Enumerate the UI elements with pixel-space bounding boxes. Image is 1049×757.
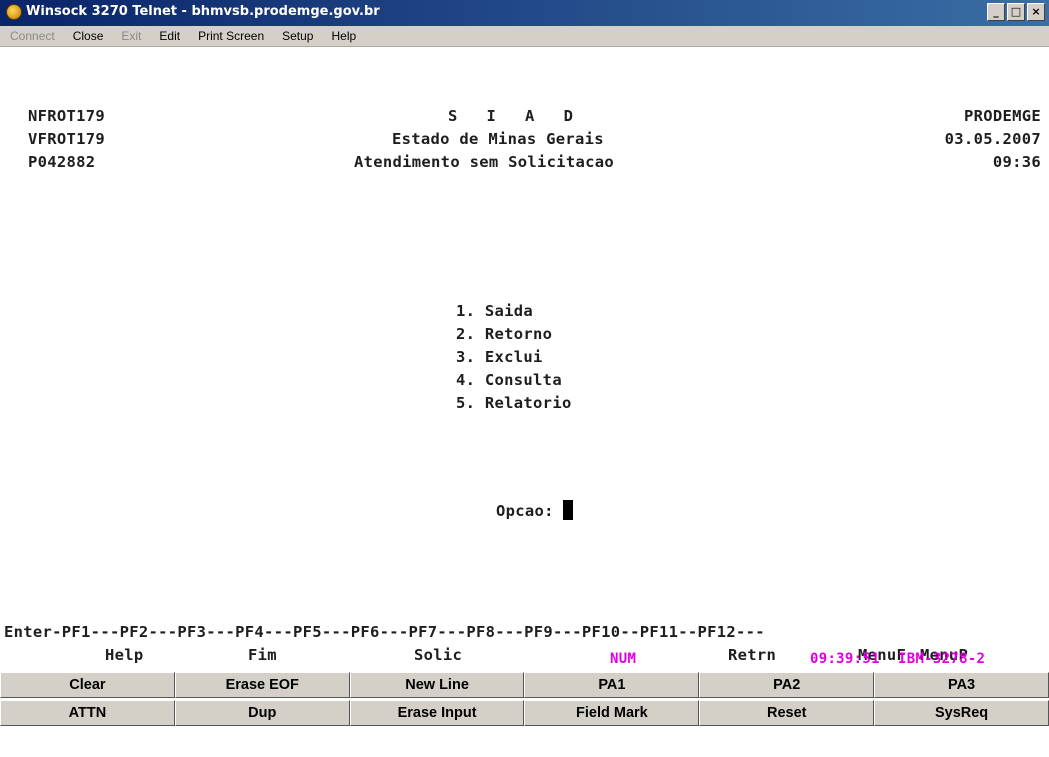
menu-connect[interactable]: Connect [0, 29, 63, 43]
close-button[interactable]: × [1027, 3, 1045, 21]
pa3-button[interactable]: PA3 [874, 672, 1049, 698]
pf-fim-label: Fim [248, 646, 277, 664]
erase-eof-button[interactable]: Erase EOF [174, 672, 350, 698]
option-exclui: 3. Exclui [456, 348, 543, 366]
attn-button[interactable]: ATTN [0, 700, 175, 726]
screen-title: Atendimento sem Solicitacao [354, 153, 615, 171]
title-bar: Winsock 3270 Telnet - bhmvsb.prodemge.go… [0, 0, 1049, 26]
system-name: S I A D [448, 107, 574, 125]
option-prompt: Opcao: [496, 500, 574, 520]
pf-help-label: Help [105, 646, 144, 664]
terminal-screen[interactable]: NFROT179 VFROT179 P042882 S I A D Estado… [0, 47, 1049, 671]
sysreq-button[interactable]: SysReq [874, 700, 1049, 726]
new-line-button[interactable]: New Line [349, 672, 525, 698]
terminal-type: IBM-3278-2 [898, 651, 986, 667]
pf-retrn-label: Retrn [728, 646, 777, 664]
option-relatorio: 5. Relatorio [456, 394, 572, 412]
option-consulta: 4. Consulta [456, 371, 562, 389]
time: 09:36 [992, 153, 1041, 171]
option-label: Opcao: [496, 502, 554, 520]
button-row-1: Clear Erase EOF New Line PA1 PA2 PA3 [0, 672, 1049, 698]
menu-exit[interactable]: Exit [111, 29, 149, 43]
pf-keys-line: Enter-PF1---PF2---PF3---PF4---PF5---PF6-… [4, 623, 765, 641]
status-time: 09:39:51 [810, 651, 880, 667]
pa1-button[interactable]: PA1 [524, 672, 700, 698]
menu-close[interactable]: Close [63, 29, 112, 43]
menu-edit[interactable]: Edit [149, 29, 188, 43]
org-name: PRODEMGE [963, 107, 1041, 125]
field-mark-button[interactable]: Field Mark [524, 700, 700, 726]
date: 03.05.2007 [944, 130, 1041, 148]
program-id-1: NFROT179 [28, 107, 106, 125]
maximize-button[interactable]: □ [1007, 3, 1025, 21]
window-title: Winsock 3270 Telnet - bhmvsb.prodemge.go… [26, 4, 380, 19]
user-id: P042882 [28, 153, 96, 171]
menu-help[interactable]: Help [321, 29, 364, 43]
reset-button[interactable]: Reset [699, 700, 875, 726]
clear-button[interactable]: Clear [0, 672, 175, 698]
pf-solic-label: Solic [414, 646, 463, 664]
num-lock-indicator: NUM [610, 651, 637, 667]
app-icon [6, 4, 22, 20]
option-saida: 1. Saida [456, 302, 534, 320]
minimize-button[interactable]: _ [987, 3, 1005, 21]
program-id-2: VFROT179 [28, 130, 106, 148]
erase-input-button[interactable]: Erase Input [349, 700, 525, 726]
option-retorno: 2. Retorno [456, 325, 553, 343]
window-controls: _ □ × [987, 3, 1045, 21]
state-name: Estado de Minas Gerais [392, 130, 604, 148]
menu-bar: Connect Close Exit Edit Print Screen Set… [0, 26, 1049, 47]
input-cursor[interactable] [563, 500, 574, 520]
menu-print-screen[interactable]: Print Screen [188, 29, 272, 43]
button-row-2: ATTN Dup Erase Input Field Mark Reset Sy… [0, 700, 1049, 726]
pa2-button[interactable]: PA2 [699, 672, 875, 698]
dup-button[interactable]: Dup [174, 700, 350, 726]
menu-setup[interactable]: Setup [272, 29, 321, 43]
